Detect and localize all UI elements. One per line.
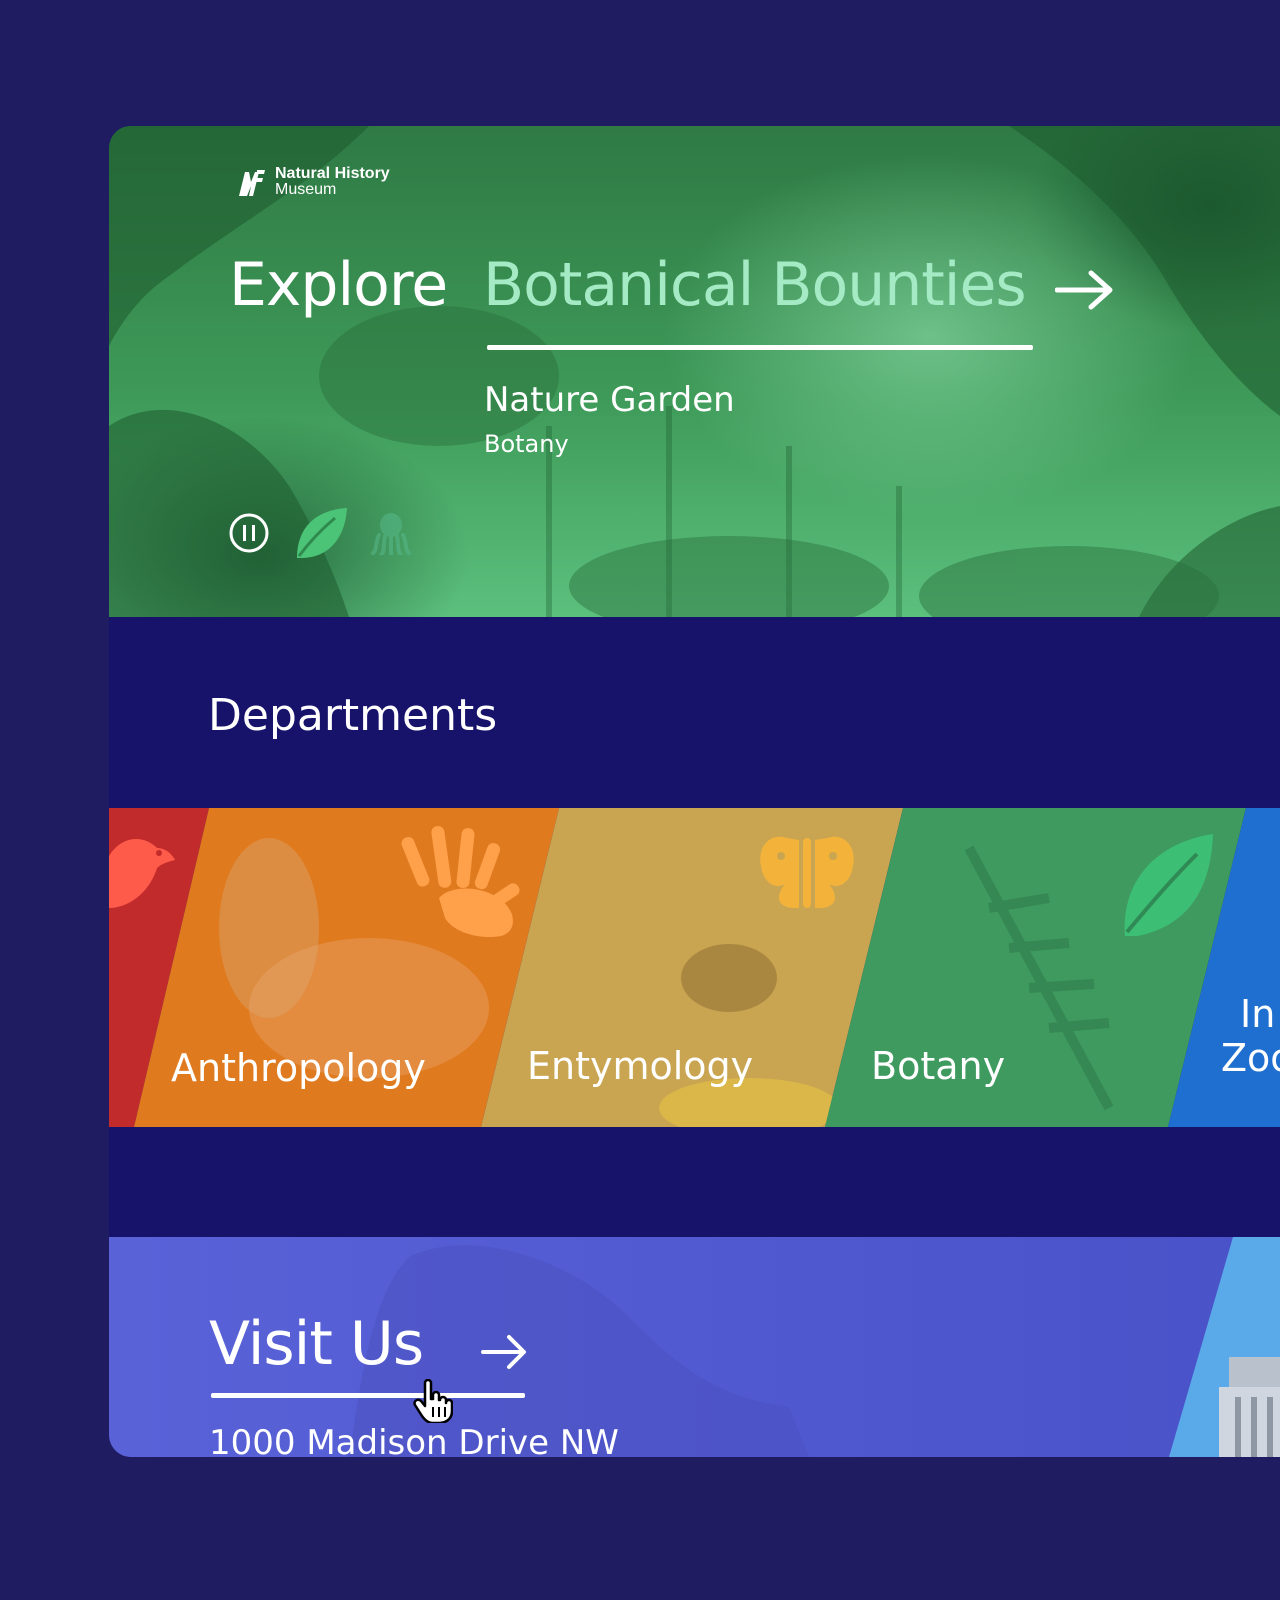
arrow-right-icon[interactable]: [1055, 270, 1113, 310]
hand-pointer-cursor-icon: [413, 1379, 453, 1423]
app-frame: Natural History Museum Explore Botanical…: [109, 126, 1280, 1457]
dept-label-botany[interactable]: Botany: [871, 1044, 1005, 1088]
carousel-controls: [229, 504, 411, 562]
octopus-icon[interactable]: [371, 511, 411, 555]
explore-label: Explore: [229, 250, 448, 320]
departments-carousel: Anthropology Entymology Botany In Zoo: [109, 808, 1280, 1127]
museum-logo-icon: [239, 170, 265, 196]
leaf-icon[interactable]: [291, 504, 349, 562]
logo-line-2: Museum: [275, 181, 337, 198]
pause-icon[interactable]: [229, 513, 269, 553]
departments-heading: Departments: [208, 690, 498, 741]
featured-exhibit-link[interactable]: Botanical Bounties: [483, 250, 1027, 320]
featured-link-underline: [487, 345, 1033, 350]
dept-label-invertebrate-line2[interactable]: Zoo: [1221, 1036, 1280, 1080]
dept-label-entymology[interactable]: Entymology: [527, 1044, 753, 1088]
dept-label-invertebrate-line1[interactable]: In: [1240, 992, 1275, 1036]
museum-logo[interactable]: Natural History Museum: [237, 166, 390, 198]
exhibit-category: Botany: [484, 430, 569, 458]
arrow-right-icon[interactable]: [481, 1333, 527, 1371]
hero-banner: Natural History Museum Explore Botanical…: [109, 126, 1280, 617]
dept-label-anthropology[interactable]: Anthropology: [171, 1046, 426, 1090]
exhibit-title: Nature Garden: [484, 380, 735, 420]
visit-us-link[interactable]: Visit Us: [209, 1309, 424, 1379]
museum-address: 1000 Madison Drive NW: [209, 1423, 619, 1457]
logo-line-1: Natural History: [275, 165, 390, 182]
visit-section: Visit Us 1000 Madison Drive NW: [109, 1237, 1280, 1457]
visit-link-underline: [211, 1393, 525, 1398]
